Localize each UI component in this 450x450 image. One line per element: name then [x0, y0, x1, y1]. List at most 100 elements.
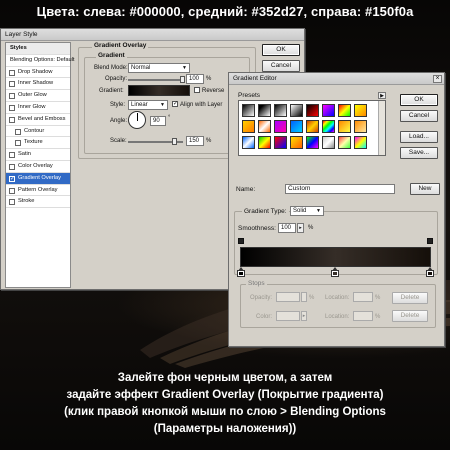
- align-with-layer-checkbox[interactable]: ✓: [172, 101, 178, 107]
- stop-opacity-delete-button[interactable]: Delete: [392, 292, 428, 304]
- style-checkbox[interactable]: [9, 93, 15, 100]
- angle-dial-needle: [137, 113, 138, 121]
- preset-swatch[interactable]: [322, 136, 335, 149]
- style-item-blending-options-default[interactable]: Blending Options: Default: [6, 55, 75, 67]
- opacity-input[interactable]: 100: [186, 74, 204, 84]
- styles-list-header[interactable]: Styles: [6, 43, 70, 55]
- preset-swatch[interactable]: [306, 104, 319, 117]
- gradient-cancel-button[interactable]: Cancel: [400, 110, 438, 122]
- preset-swatch[interactable]: [338, 136, 351, 149]
- gradient-type-select[interactable]: Solid ▼: [290, 206, 324, 216]
- style-checkbox[interactable]: [9, 152, 15, 159]
- name-input[interactable]: Custom: [285, 184, 395, 194]
- style-checkbox[interactable]: [9, 187, 15, 194]
- gradient-bar[interactable]: [240, 247, 431, 267]
- color-stop-left[interactable]: [237, 270, 245, 277]
- layer-style-titlebar: Layer Style: [1, 29, 304, 41]
- angle-dial[interactable]: [128, 111, 146, 129]
- chevron-down-icon: ▼: [160, 102, 165, 108]
- opacity-slider-thumb[interactable]: [180, 76, 185, 83]
- style-item-satin[interactable]: Satin: [6, 149, 70, 161]
- layer-style-cancel-button[interactable]: Cancel: [262, 60, 300, 72]
- preset-swatch[interactable]: [242, 104, 255, 117]
- style-checkbox[interactable]: [9, 104, 15, 111]
- preset-swatch[interactable]: [274, 120, 287, 133]
- preset-swatch[interactable]: [306, 136, 319, 149]
- style-select[interactable]: Linear ▼: [128, 100, 168, 110]
- opacity-slider[interactable]: [128, 79, 183, 81]
- presets-scrollbar[interactable]: [378, 101, 385, 155]
- gradient-load-button[interactable]: Load...: [400, 131, 438, 143]
- gradient-ok-button[interactable]: OK: [400, 94, 438, 106]
- reverse-checkbox[interactable]: [194, 87, 200, 93]
- scale-slider-thumb[interactable]: [172, 138, 177, 145]
- presets-menu-arrow-icon[interactable]: ▶: [378, 92, 386, 99]
- style-checkbox[interactable]: [9, 81, 15, 88]
- style-checkbox[interactable]: [15, 140, 21, 147]
- style-checkbox[interactable]: ✓: [9, 175, 15, 182]
- style-item-drop-shadow[interactable]: Drop Shadow: [6, 67, 70, 79]
- color-stop-right[interactable]: [426, 270, 434, 277]
- color-info-heading: Цвета: слева: #000000, средний: #352d27,…: [36, 4, 414, 19]
- layer-style-ok-button[interactable]: OK: [262, 44, 300, 56]
- color-stop-middle[interactable]: [331, 270, 339, 277]
- preset-swatch[interactable]: [338, 104, 351, 117]
- style-checkbox[interactable]: [9, 199, 15, 206]
- style-item-pattern-overlay[interactable]: Pattern Overlay: [6, 185, 70, 197]
- stop-color-dropdown-icon[interactable]: ▸: [301, 311, 307, 321]
- style-item-texture[interactable]: Texture: [6, 137, 70, 150]
- style-checkbox[interactable]: [9, 69, 15, 76]
- preset-swatch[interactable]: [354, 104, 367, 117]
- scale-input[interactable]: 150: [186, 136, 204, 146]
- preset-swatch[interactable]: [274, 136, 287, 149]
- style-item-gradient-overlay[interactable]: ✓ Gradient Overlay: [6, 172, 70, 185]
- preset-swatch[interactable]: [354, 136, 367, 149]
- opacity-stop-right[interactable]: [427, 238, 433, 244]
- preset-swatch[interactable]: [290, 104, 303, 117]
- style-item-bevel-and-emboss[interactable]: Bevel and Emboss: [6, 114, 70, 126]
- preset-swatch[interactable]: [274, 104, 287, 117]
- preset-swatch[interactable]: [258, 136, 271, 149]
- stop-color-label: Color:: [256, 314, 273, 320]
- stop-opacity-input[interactable]: [276, 292, 300, 302]
- angle-label: Angle:: [110, 118, 128, 124]
- preset-swatch[interactable]: [290, 136, 303, 149]
- stop-color-location-input[interactable]: [353, 311, 373, 321]
- preset-swatch[interactable]: [258, 104, 271, 117]
- style-item-label: Outer Glow: [18, 92, 47, 99]
- stop-color-delete-button[interactable]: Delete: [392, 310, 428, 322]
- style-checkbox[interactable]: [9, 163, 15, 170]
- preset-swatch[interactable]: [290, 120, 303, 133]
- preset-swatch[interactable]: [322, 120, 335, 133]
- stop-color-swatch[interactable]: [276, 311, 300, 321]
- stop-opacity-location-input[interactable]: [353, 292, 373, 302]
- gradient-save-button[interactable]: Save...: [400, 147, 438, 159]
- preset-swatch[interactable]: [354, 120, 367, 133]
- preset-swatch[interactable]: [258, 120, 271, 133]
- smoothness-dropdown-icon[interactable]: ▸: [297, 223, 304, 233]
- style-checkbox[interactable]: [9, 116, 15, 123]
- angle-input[interactable]: 90: [150, 116, 166, 126]
- style-item-outer-glow[interactable]: Outer Glow: [6, 90, 70, 102]
- smoothness-input[interactable]: 100: [278, 223, 296, 233]
- style-item-inner-shadow[interactable]: Inner Shadow: [6, 78, 70, 91]
- preset-swatch[interactable]: [242, 136, 255, 149]
- close-icon[interactable]: ×: [433, 75, 442, 83]
- opacity-stop-left[interactable]: [238, 238, 244, 244]
- gradient-label: Gradient:: [99, 88, 124, 94]
- preset-swatch[interactable]: [242, 120, 255, 133]
- blend-mode-select[interactable]: Normal ▼: [128, 63, 190, 73]
- style-item-inner-glow[interactable]: Inner Glow: [6, 102, 70, 114]
- style-item-color-overlay[interactable]: Color Overlay: [6, 161, 70, 173]
- new-gradient-button[interactable]: New: [410, 183, 440, 195]
- stop-opacity-dropdown-icon[interactable]: [301, 292, 307, 302]
- preset-swatch[interactable]: [306, 120, 319, 133]
- style-item-stroke[interactable]: Stroke: [6, 196, 70, 209]
- align-with-layer-label: Align with Layer: [180, 102, 223, 108]
- preset-swatch[interactable]: [338, 120, 351, 133]
- preset-swatch[interactable]: [322, 104, 335, 117]
- style-item-label: Stroke: [18, 198, 35, 205]
- style-checkbox[interactable]: [15, 128, 21, 135]
- style-item-contour[interactable]: Contour: [6, 126, 70, 138]
- gradient-preview[interactable]: [128, 85, 190, 96]
